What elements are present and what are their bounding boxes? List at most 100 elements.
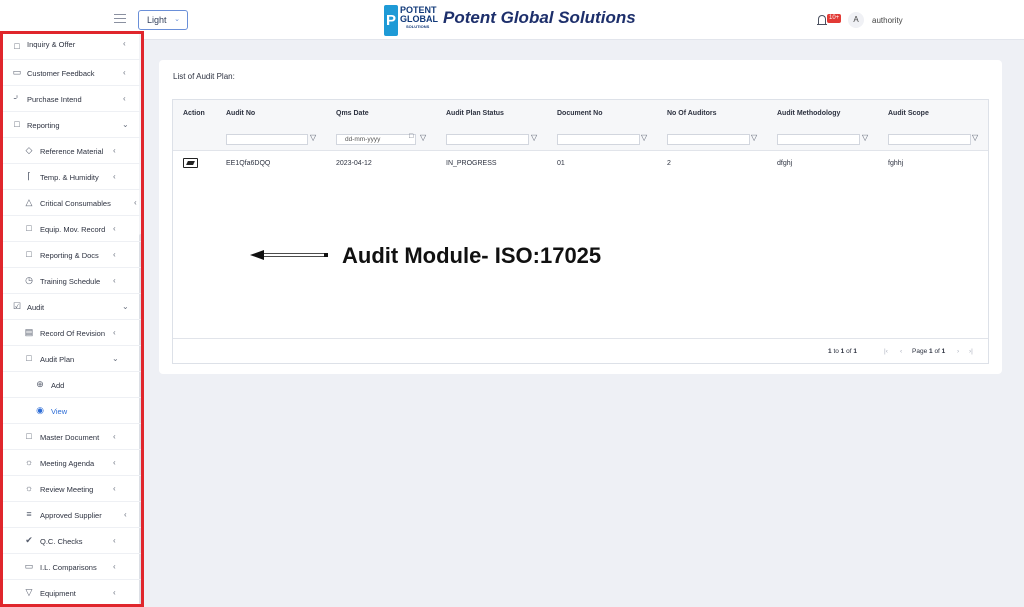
filter-icon[interactable]: ▽	[420, 133, 426, 142]
edit-icon[interactable]	[183, 158, 198, 168]
chevron-left-icon: ‹	[113, 432, 116, 441]
sidebar-item-approved-supplier[interactable]: ≡ Approved Supplier ‹	[3, 502, 141, 528]
column-header-audit-scope[interactable]: Audit Scope	[888, 110, 929, 117]
chevron-left-icon: ‹	[113, 588, 116, 597]
thermometer-icon: ⌈	[27, 171, 31, 181]
plus-circle-icon: ⊕	[36, 379, 44, 389]
sidebar-item-label: Temp. & Humidity	[40, 173, 99, 182]
sidebar-item-label: Reporting	[27, 121, 60, 130]
filter-icon[interactable]: ▽	[972, 133, 978, 142]
document-icon: □	[26, 223, 32, 233]
theme-select-value: Light	[147, 15, 167, 25]
avatar[interactable]: A	[848, 12, 864, 28]
cell-audit-scope: fghhj	[888, 160, 904, 167]
chevron-down-icon: ⌄	[122, 120, 129, 129]
menu-toggle-icon[interactable]	[114, 14, 126, 24]
sidebar-item-audit[interactable]: ☑ Audit ⌄	[3, 294, 141, 320]
filter-input-qms-date[interactable]: dd-mm-yyyy	[336, 134, 416, 145]
eye-icon: ◉	[36, 405, 44, 415]
filter-input-no-of-auditors[interactable]	[667, 134, 750, 145]
column-header-qms-date[interactable]: Qms Date	[336, 110, 369, 117]
column-header-action[interactable]: Action	[183, 110, 205, 117]
pagination-bar: 1 to 1 of 1 |‹ ‹ Page 1 of 1 › ›|	[173, 338, 988, 363]
column-header-audit-plan-status[interactable]: Audit Plan Status	[446, 110, 504, 117]
document-icon: □	[26, 249, 32, 259]
chevron-left-icon: ‹	[123, 68, 126, 77]
audit-plan-table: Action Audit No Qms Date Audit Plan Stat…	[172, 99, 989, 364]
filter-icon[interactable]: ▽	[751, 133, 757, 142]
user-name[interactable]: authority	[872, 16, 903, 25]
chevron-left-icon: ‹	[124, 510, 127, 519]
calendar-icon[interactable]: □	[409, 133, 413, 140]
filter-input-audit-no[interactable]	[226, 134, 308, 145]
filter-input-audit-methodology[interactable]	[777, 134, 860, 145]
filter-input-document-no[interactable]	[557, 134, 640, 145]
cell-audit-plan-status: IN_PROGRESS	[446, 160, 497, 167]
company-logo: P POTENT GLOBAL SOLUTIONS	[384, 5, 438, 37]
sidebar-item-meeting-agenda[interactable]: ☼ Meeting Agenda ‹	[3, 450, 141, 476]
sidebar-item-label: Master Document	[40, 433, 100, 442]
sidebar-item-qc-checks[interactable]: ✔ Q.C. Checks ‹	[3, 528, 141, 554]
sidebar-item-training-schedule[interactable]: ◷ Training Schedule ‹	[3, 268, 141, 294]
sun-icon: ☼	[24, 457, 34, 467]
chevron-left-icon: ‹	[113, 276, 116, 285]
sidebar-item-inquiry-offer[interactable]: □ Inquiry & Offer ‹	[3, 34, 141, 60]
sidebar-item-master-document[interactable]: □ Master Document ‹	[3, 424, 141, 450]
cell-audit-no: EE1Qfa6DQQ	[226, 160, 271, 167]
chevron-left-icon: ‹	[113, 458, 116, 467]
sidebar: □ Inquiry & Offer ‹ ▭ Customer Feedback …	[0, 31, 144, 607]
sidebar-item-add[interactable]: ⊕ Add	[3, 372, 141, 398]
filter-input-audit-scope[interactable]	[888, 134, 971, 145]
document-icon: □	[14, 41, 20, 51]
chevron-down-icon: ⌄	[122, 302, 129, 311]
filter-icon: ▽	[25, 587, 33, 597]
chevron-left-icon: ‹	[113, 536, 116, 545]
first-page-icon[interactable]: |‹	[884, 348, 888, 355]
bell-icon[interactable]	[817, 15, 827, 25]
filter-icon[interactable]: ▽	[862, 133, 868, 142]
sidebar-item-temp-humidity[interactable]: ⌈ Temp. & Humidity ‹	[3, 164, 141, 190]
column-header-audit-methodology[interactable]: Audit Methodology	[777, 110, 840, 117]
sidebar-item-critical-consumables[interactable]: △ Critical Consumables ‹	[3, 190, 141, 216]
sidebar-item-customer-feedback[interactable]: ▭ Customer Feedback ‹	[3, 60, 141, 86]
column-header-audit-no[interactable]: Audit No	[226, 110, 255, 117]
chevron-left-icon: ‹	[113, 484, 116, 493]
page-indicator: Page 1 of 1	[912, 348, 946, 355]
sidebar-item-equipment[interactable]: ▽ Equipment ‹	[3, 580, 141, 604]
filter-icon[interactable]: ▽	[641, 133, 647, 142]
sidebar-item-review-meeting[interactable]: ☼ Review Meeting ‹	[3, 476, 141, 502]
page-title: List of Audit Plan:	[173, 72, 235, 81]
sidebar-item-purchase-intend[interactable]: ⌏ Purchase Intend ‹	[3, 86, 141, 112]
sidebar-item-equip-mov-record[interactable]: □ Equip. Mov. Record ‹	[3, 216, 141, 242]
sidebar-item-label: Equip. Mov. Record	[40, 225, 106, 234]
cell-no-of-auditors: 2	[667, 160, 671, 167]
row-range-summary: 1 to 1 of 1	[828, 348, 857, 355]
sidebar-item-label: Customer Feedback	[27, 69, 95, 78]
chevron-left-icon: ‹	[113, 328, 116, 337]
sidebar-item-record-of-revision[interactable]: ▤ Record Of Revision ‹	[3, 320, 141, 346]
left-arrow-icon	[250, 250, 328, 260]
last-page-icon[interactable]: ›|	[969, 348, 973, 355]
sidebar-item-il-comparisons[interactable]: ▭ I.L. Comparisons ‹	[3, 554, 141, 580]
filter-icon[interactable]: ▽	[531, 133, 537, 142]
checklist-icon: ☑	[12, 301, 22, 311]
brand-name: Potent Global Solutions	[443, 8, 636, 27]
warning-icon: △	[25, 197, 33, 207]
sidebar-item-label: Training Schedule	[40, 277, 101, 286]
filter-input-audit-plan-status[interactable]	[446, 134, 529, 145]
sidebar-item-reference-material[interactable]: ◇ Reference Material ‹	[3, 138, 141, 164]
sidebar-item-reporting[interactable]: □ Reporting ⌄	[3, 112, 141, 138]
sidebar-item-view[interactable]: ◉ View	[3, 398, 141, 424]
prev-page-icon[interactable]: ‹	[900, 348, 902, 355]
chevron-down-icon: ⌄	[112, 354, 119, 363]
sidebar-item-audit-plan[interactable]: □ Audit Plan ⌄	[3, 346, 141, 372]
next-page-icon[interactable]: ›	[957, 348, 959, 355]
message-icon: ▭	[12, 67, 22, 77]
column-header-document-no[interactable]: Document No	[557, 110, 603, 117]
column-header-no-of-auditors[interactable]: No Of Auditors	[667, 110, 717, 117]
sidebar-item-reporting-docs[interactable]: □ Reporting & Docs ‹	[3, 242, 141, 268]
theme-select[interactable]: Light ⌄	[138, 10, 188, 30]
filter-icon[interactable]: ▽	[310, 133, 316, 142]
cell-audit-methodology: dfghj	[777, 160, 793, 167]
document-icon: □	[26, 353, 32, 363]
